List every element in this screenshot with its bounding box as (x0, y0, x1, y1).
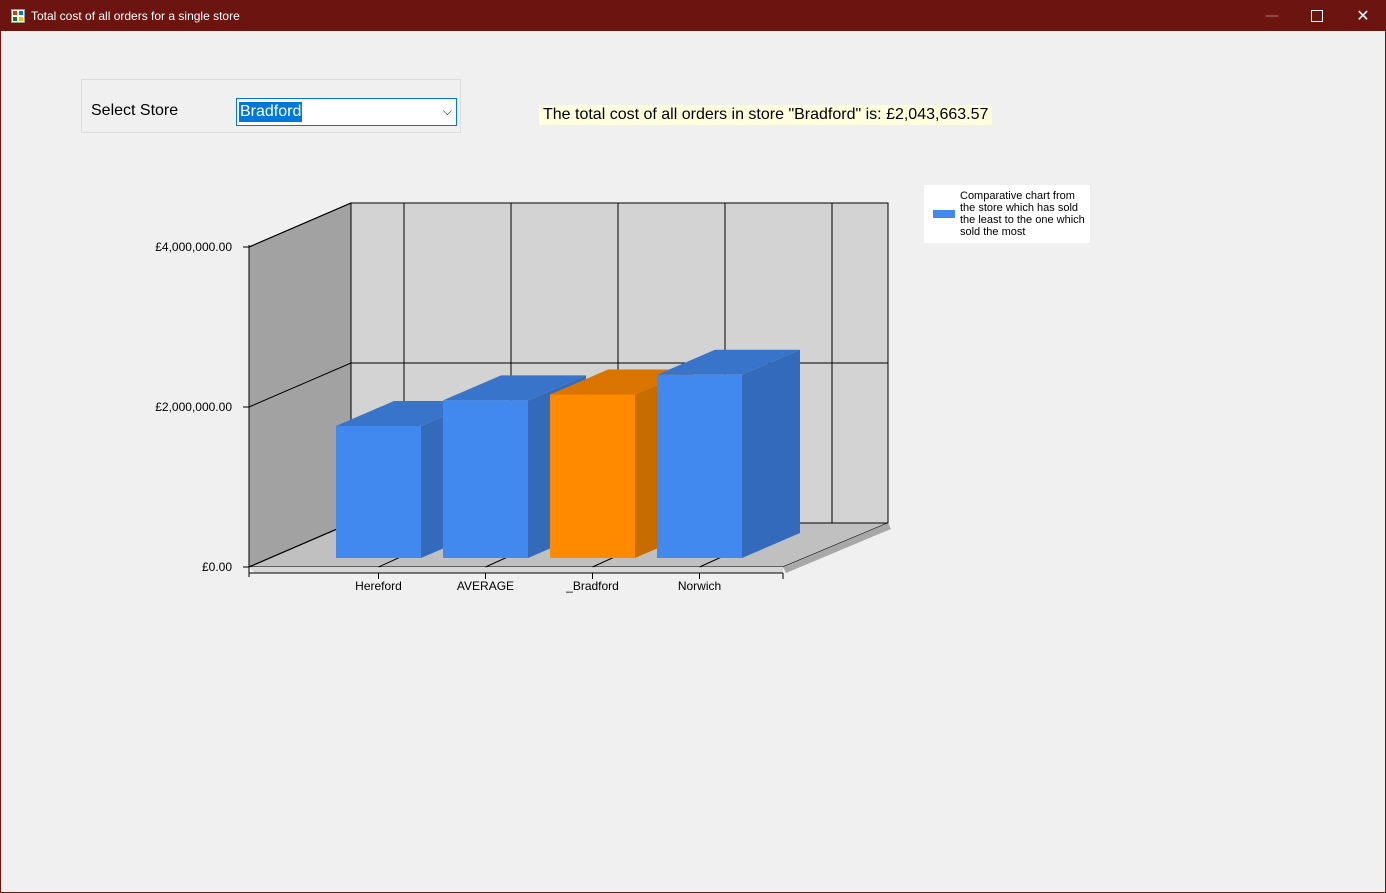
chart-legend: Comparative chart from the store which h… (924, 185, 1090, 243)
chart-y-tick-label: £2,000,000.00 (155, 400, 232, 414)
chart-y-tick-label: £0.00 (202, 560, 232, 574)
chart-x-tick-label: AVERAGE (457, 579, 514, 593)
chart-x-tick-label: Hereford (355, 579, 402, 593)
chart-bar (657, 349, 800, 558)
chart-x-tick-label: _Bradford (565, 579, 619, 593)
legend-swatch (933, 210, 955, 218)
chart-bar-front (336, 426, 421, 558)
legend-text: Comparative chart from the store which h… (960, 190, 1085, 238)
chart-bar-side (742, 349, 800, 558)
chart-bar-front (550, 394, 635, 558)
chart-bar-front (443, 400, 528, 558)
chart-floor-edge (249, 567, 783, 573)
chart-x-tick-label: Norwich (678, 579, 721, 593)
chart-bar-front (657, 374, 742, 558)
chart-y-tick-label: £4,000,000.00 (155, 240, 232, 254)
comparative-bar-chart: £0.00 £2,000,000.00 £4,000,000.00 Hereford A… (155, 202, 891, 593)
